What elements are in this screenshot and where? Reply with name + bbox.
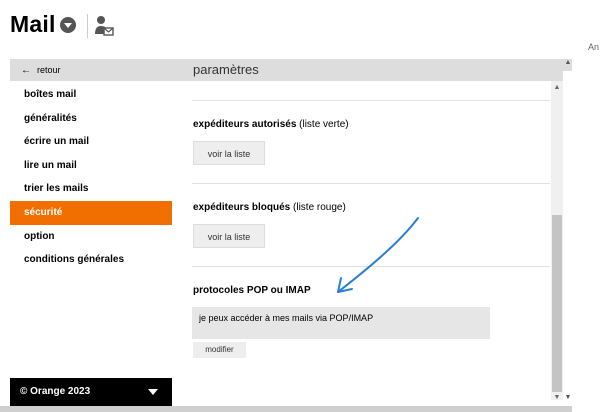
section-divider bbox=[192, 100, 550, 101]
whitelist-title: expéditeurs autorisés (liste verte) bbox=[193, 119, 349, 130]
sidebar-item-option[interactable]: option bbox=[10, 225, 172, 249]
sidebar-item-security[interactable]: sécurité bbox=[10, 200, 172, 225]
protocols-status: je peux accéder à mes mails via POP/IMAP bbox=[192, 307, 490, 339]
scroll-up-arrow[interactable]: ▲ bbox=[563, 59, 573, 71]
settings-sidebar: ← retour boîtes mail généralités écrire … bbox=[10, 59, 172, 406]
content-scroll-down[interactable]: ▼ bbox=[551, 393, 563, 403]
content-scroll-up[interactable]: ▲ bbox=[551, 83, 563, 93]
blacklist-title-bold: expéditeurs bloqués bbox=[193, 202, 291, 213]
sidebar-item-mailboxes[interactable]: boîtes mail bbox=[10, 83, 172, 107]
sidebar-footer: © Orange 2023 bbox=[10, 378, 172, 406]
blacklist-title-suffix: (liste rouge) bbox=[290, 202, 346, 213]
contact-mail-icon[interactable] bbox=[94, 15, 114, 37]
blacklist-title: expéditeurs bloqués (liste rouge) bbox=[193, 202, 346, 213]
arrow-left-icon: ← bbox=[21, 64, 31, 76]
back-label: retour bbox=[37, 65, 61, 75]
settings-nav: boîtes mail généralités écrire un mail l… bbox=[10, 83, 172, 272]
sidebar-item-general[interactable]: généralités bbox=[10, 107, 172, 131]
content-scrollbar-thumb[interactable] bbox=[552, 215, 562, 392]
sidebar-item-read[interactable]: lire un mail bbox=[10, 154, 172, 178]
whitelist-title-bold: expéditeurs autorisés bbox=[193, 119, 297, 130]
view-whitelist-button[interactable]: voir la liste bbox=[193, 141, 265, 165]
section-divider bbox=[192, 266, 550, 267]
whitelist-title-suffix: (liste verte) bbox=[296, 119, 349, 130]
copyright-text: © Orange 2023 bbox=[20, 386, 91, 397]
caret-down-icon[interactable] bbox=[148, 389, 158, 395]
modify-protocols-button[interactable]: modifier bbox=[193, 342, 246, 358]
sidebar-item-sort[interactable]: trier les mails bbox=[10, 177, 172, 201]
clipped-header-text: An bbox=[588, 42, 600, 52]
section-divider bbox=[192, 183, 550, 184]
main-header: paramètres bbox=[172, 59, 572, 81]
back-button[interactable]: ← retour bbox=[10, 59, 172, 81]
sidebar-item-terms[interactable]: conditions générales bbox=[10, 248, 172, 272]
protocols-title: protocoles POP ou IMAP bbox=[193, 285, 311, 296]
scroll-down-arrow[interactable]: ▼ bbox=[563, 394, 573, 404]
horizontal-scrollbar[interactable] bbox=[0, 406, 572, 412]
app-title: Mail bbox=[10, 11, 56, 37]
view-blacklist-button[interactable]: voir la liste bbox=[193, 224, 265, 248]
app-header: Mail An bbox=[0, 0, 600, 58]
sidebar-item-write[interactable]: écrire un mail bbox=[10, 130, 172, 154]
settings-content: expéditeurs autorisés (liste verte) voir… bbox=[172, 81, 551, 406]
page-scrollbar[interactable] bbox=[563, 71, 573, 402]
page-title: paramètres bbox=[193, 62, 259, 77]
chevron-down-icon[interactable] bbox=[60, 17, 76, 33]
header-divider bbox=[87, 14, 88, 38]
